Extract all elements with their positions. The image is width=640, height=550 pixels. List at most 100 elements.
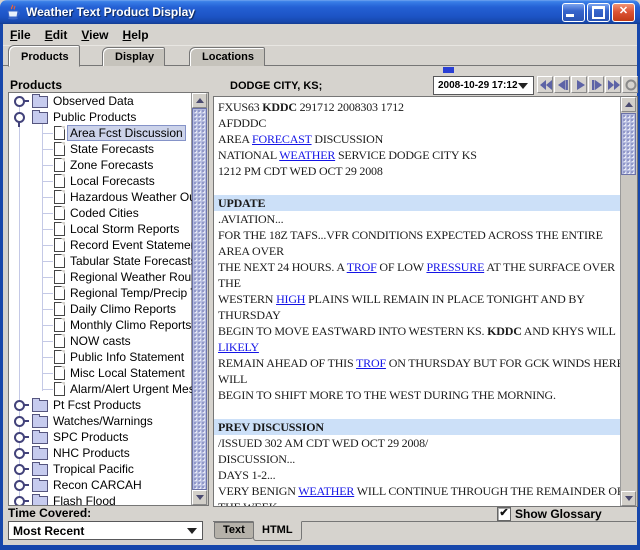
text-scroll-up-button[interactable] xyxy=(621,97,636,112)
tree-expanded-handle-icon[interactable] xyxy=(14,112,25,123)
tree-item-label[interactable]: Recon CARCAH xyxy=(51,478,144,492)
tree-item-label[interactable]: Regional Temp/Precip Tables xyxy=(68,286,192,300)
tree-item-label[interactable]: Public Products xyxy=(51,110,138,124)
tree-collapsed-handle-icon[interactable] xyxy=(14,416,25,427)
tree-item[interactable]: Public Info Statement xyxy=(9,349,192,365)
format-tab-html[interactable]: HTML xyxy=(253,521,302,541)
tree-collapsed-handle-icon[interactable] xyxy=(14,496,25,505)
tree-item[interactable]: Local Storm Reports xyxy=(9,221,192,237)
glossary-link[interactable]: FORECAST xyxy=(252,132,312,146)
document-icon xyxy=(54,350,65,364)
tree-item-label[interactable]: Public Info Statement xyxy=(68,350,186,364)
tree-item-label[interactable]: State Forecasts xyxy=(68,142,156,156)
glossary-link[interactable]: TROF xyxy=(356,356,386,370)
tree-item[interactable]: Zone Forecasts xyxy=(9,157,192,173)
tree-item-label[interactable]: Pt Fcst Products xyxy=(51,398,143,412)
step-back-button[interactable] xyxy=(554,76,570,93)
glossary-link[interactable]: LIKELY xyxy=(218,340,259,354)
tree-item[interactable]: Alarm/Alert Urgent Message xyxy=(9,381,192,397)
text-scroll-thumb[interactable] xyxy=(621,113,636,175)
tree-item-label[interactable]: NHC Products xyxy=(51,446,132,460)
tree-item-label[interactable]: Area Fcst Discussion xyxy=(68,126,185,140)
tab-display[interactable]: Display xyxy=(102,47,165,66)
tree-item-label[interactable]: Zone Forecasts xyxy=(68,158,155,172)
tree-collapsed-handle-icon[interactable] xyxy=(14,448,25,459)
play-button[interactable] xyxy=(571,76,587,93)
loop-button[interactable] xyxy=(622,76,638,93)
tree-item-label[interactable]: Flash Flood xyxy=(51,494,118,505)
tree-item-label[interactable]: Observed Data xyxy=(51,94,136,108)
tab-locations[interactable]: Locations xyxy=(189,47,265,66)
tree-item-label[interactable]: Hazardous Weather Outlook xyxy=(68,190,192,204)
tree-item[interactable]: Regional Temp/Precip Tables xyxy=(9,285,192,301)
tree-item-label[interactable]: Regional Weather Roundups xyxy=(68,270,192,284)
tree-item-label[interactable]: Tropical Pacific xyxy=(51,462,136,476)
tree-item-label[interactable]: Watches/Warnings xyxy=(51,414,155,428)
glossary-link[interactable]: HIGH xyxy=(276,292,305,306)
tree-item-label[interactable]: Monthly Climo Reports xyxy=(68,318,192,332)
close-button[interactable]: ✕ xyxy=(612,3,635,22)
tree-item-label[interactable]: Daily Climo Reports xyxy=(68,302,178,316)
tree-item[interactable]: Local Forecasts xyxy=(9,173,192,189)
tree-item[interactable]: Pt Fcst Products xyxy=(9,397,192,413)
tree-item-label[interactable]: Alarm/Alert Urgent Message xyxy=(68,382,192,396)
tree-item-label[interactable]: Record Event Statements xyxy=(68,238,192,252)
tree-item[interactable]: State Forecasts xyxy=(9,141,192,157)
tree-item[interactable]: Observed Data xyxy=(9,93,192,109)
tree-item[interactable]: SPC Products xyxy=(9,429,192,445)
time-covered-combo[interactable]: Most Recent xyxy=(8,521,203,540)
tree-scroll-thumb[interactable] xyxy=(192,108,207,490)
text-scroll-down-button[interactable] xyxy=(621,491,636,506)
tree-scroll-down-button[interactable] xyxy=(192,490,207,505)
fast-forward-button[interactable] xyxy=(605,76,621,93)
tree-item[interactable]: Tropical Pacific xyxy=(9,461,192,477)
tree-item[interactable]: Flash Flood xyxy=(9,493,192,505)
minimize-button[interactable] xyxy=(562,3,585,22)
tree-item[interactable]: NOW casts xyxy=(9,333,192,349)
rewind-button[interactable] xyxy=(537,76,553,93)
tree-item-label[interactable]: Local Storm Reports xyxy=(68,222,181,236)
glossary-link[interactable]: WEATHER xyxy=(279,148,335,162)
tree-item[interactable]: Misc Local Statement xyxy=(9,365,192,381)
show-glossary-checkbox[interactable]: ✔ xyxy=(497,507,511,521)
tree-scrollbar[interactable] xyxy=(191,93,208,505)
glossary-link[interactable]: TROF xyxy=(347,260,377,274)
menu-help[interactable]: Help xyxy=(116,26,156,44)
tree-item-label[interactable]: SPC Products xyxy=(51,430,130,444)
tree-item[interactable]: Hazardous Weather Outlook xyxy=(9,189,192,205)
format-tab-text[interactable]: Text xyxy=(214,522,254,539)
time-select-combo[interactable]: 2008-10-29 17:12:50Z xyxy=(433,76,534,95)
tab-products[interactable]: Products xyxy=(8,45,80,67)
tree-collapsed-handle-icon[interactable] xyxy=(14,464,25,475)
text-scrollbar[interactable] xyxy=(620,97,637,506)
tree-item[interactable]: Monthly Climo Reports xyxy=(9,317,192,333)
step-forward-button[interactable] xyxy=(588,76,604,93)
tree-item[interactable]: Watches/Warnings xyxy=(9,413,192,429)
glossary-link[interactable]: WEATHER xyxy=(298,484,354,498)
title-bar[interactable]: Weather Text Product Display ✕ xyxy=(0,0,640,24)
glossary-link[interactable]: PRESSURE xyxy=(426,260,484,274)
tree-collapsed-handle-icon[interactable] xyxy=(14,432,25,443)
tree-item[interactable]: Record Event Statements xyxy=(9,237,192,253)
tree-item[interactable]: Public Products xyxy=(9,109,192,125)
tree-item[interactable]: Daily Climo Reports xyxy=(9,301,192,317)
tree-item-label[interactable]: Tabular State Forecasts xyxy=(68,254,192,268)
tree-item-label[interactable]: Local Forecasts xyxy=(68,174,157,188)
menu-edit[interactable]: Edit xyxy=(38,26,75,44)
tree-scroll-up-button[interactable] xyxy=(192,93,207,108)
tree-item-label[interactable]: Coded Cities xyxy=(68,206,141,220)
tree-item[interactable]: Regional Weather Roundups xyxy=(9,269,192,285)
tree-item-label[interactable]: NOW casts xyxy=(68,334,133,348)
menu-view[interactable]: View xyxy=(74,26,115,44)
tree-item[interactable]: Tabular State Forecasts xyxy=(9,253,192,269)
tree-item[interactable]: Area Fcst Discussion xyxy=(9,125,192,141)
menu-file[interactable]: File xyxy=(3,26,38,44)
tree-item[interactable]: Recon CARCAH xyxy=(9,477,192,493)
maximize-button[interactable] xyxy=(587,3,610,22)
tree-item[interactable]: Coded Cities xyxy=(9,205,192,221)
tree-item[interactable]: NHC Products xyxy=(9,445,192,461)
tree-item-label[interactable]: Misc Local Statement xyxy=(68,366,187,380)
tree-collapsed-handle-icon[interactable] xyxy=(14,400,25,411)
tree-collapsed-handle-icon[interactable] xyxy=(14,96,25,107)
tree-collapsed-handle-icon[interactable] xyxy=(14,480,25,491)
